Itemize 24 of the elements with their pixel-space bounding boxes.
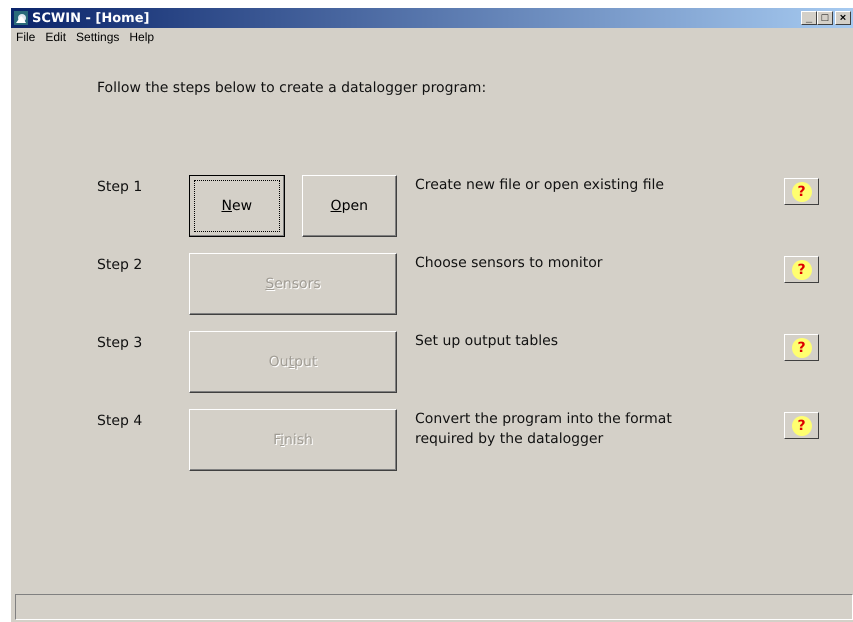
- help-button[interactable]: ?: [784, 256, 819, 283]
- window-title: SCWIN - [Home]: [32, 10, 150, 26]
- instruction-text: Follow the steps below to create a datalogger program:: [97, 79, 488, 98]
- step-label: Step 4: [97, 412, 144, 431]
- step-description: Choose sensors to monitor: [414, 254, 604, 273]
- close-button[interactable]: ×: [835, 11, 851, 25]
- step-label: Step 1: [97, 178, 144, 197]
- menu-item[interactable]: Settings: [71, 30, 124, 44]
- help-button[interactable]: ?: [784, 178, 819, 205]
- maximize-button[interactable]: □: [817, 11, 833, 25]
- minimize-button[interactable]: _: [801, 11, 817, 25]
- step-button[interactable]: Open: [302, 175, 397, 237]
- step-description: Set up output tables: [414, 332, 560, 351]
- menu-item[interactable]: Help: [124, 30, 160, 44]
- help-button[interactable]: ?: [784, 334, 819, 361]
- menu-item[interactable]: File: [11, 30, 40, 44]
- step-button[interactable]: New: [189, 175, 284, 237]
- step-description: Create new file or open existing file: [414, 176, 666, 195]
- step-description: Convert the program into the format required by the datalogger: [414, 410, 673, 449]
- app-icon: [13, 10, 29, 26]
- help-button[interactable]: ?: [784, 412, 819, 439]
- menu-item[interactable]: Edit: [40, 30, 72, 44]
- step-label: Step 3: [97, 334, 144, 353]
- step-label: Step 2: [97, 256, 144, 275]
